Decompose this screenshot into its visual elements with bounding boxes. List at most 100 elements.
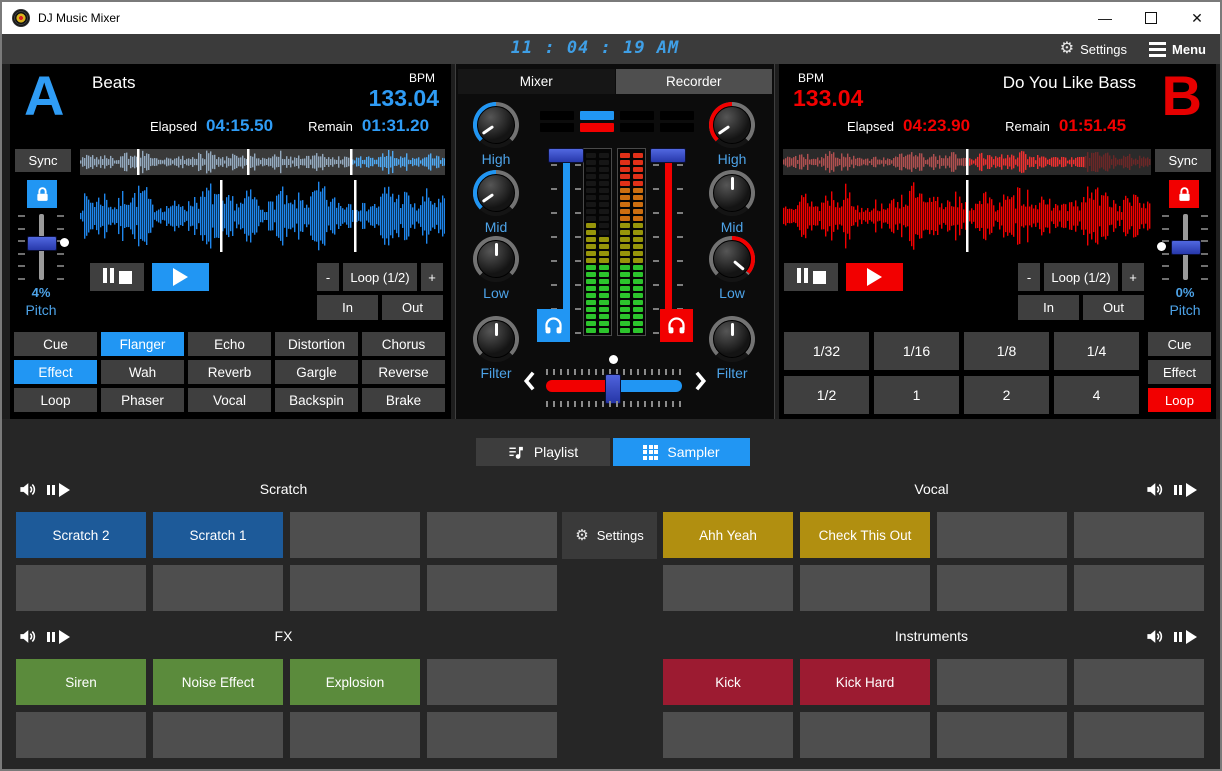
sample-pad-ahh-yeah[interactable]: Ahh Yeah xyxy=(663,512,793,558)
knob-mid[interactable]: Mid xyxy=(458,170,534,235)
deck-b-loop-plus-button[interactable]: + xyxy=(1122,263,1144,291)
deck-a-loop-minus-button[interactable]: - xyxy=(317,263,339,291)
fx-wah-button[interactable]: Wah xyxy=(101,360,184,384)
fx-reverb-button[interactable]: Reverb xyxy=(188,360,271,384)
knob-dial[interactable] xyxy=(709,236,755,282)
deck-a-headphone-button[interactable] xyxy=(537,309,570,342)
deck-a-loop-length-button[interactable]: Loop (1/2) xyxy=(343,263,417,291)
sample-pad-empty[interactable] xyxy=(427,565,557,611)
pitch-handle[interactable] xyxy=(27,236,57,251)
knob-low[interactable]: Low xyxy=(458,236,534,301)
deck-b-main-waveform[interactable] xyxy=(783,180,1151,252)
fx-reverse-button[interactable]: Reverse xyxy=(362,360,445,384)
deck-b-pitch-lock-button[interactable] xyxy=(1169,180,1199,208)
sample-pad-empty[interactable] xyxy=(290,712,420,758)
deck-a-loop-in-button[interactable]: In xyxy=(317,295,378,320)
knob-dial[interactable] xyxy=(473,170,519,216)
crossfader-handle[interactable] xyxy=(605,374,621,404)
pitch-handle[interactable] xyxy=(1171,240,1201,255)
menu-button[interactable]: Menu xyxy=(1149,42,1206,57)
deck-b-loop-minus-button[interactable]: - xyxy=(1018,263,1040,291)
sample-pad-empty[interactable] xyxy=(937,712,1067,758)
maximize-button[interactable] xyxy=(1128,2,1174,34)
deck-b-loop-length-button[interactable]: Loop (1/2) xyxy=(1044,263,1118,291)
sample-pad-empty[interactable] xyxy=(1074,565,1204,611)
fx-echo-button[interactable]: Echo xyxy=(188,332,271,356)
sample-pad-kick[interactable]: Kick xyxy=(663,659,793,705)
fx-effect-button[interactable]: Effect xyxy=(14,360,97,384)
tab-sampler[interactable]: Sampler xyxy=(613,438,750,466)
sample-pad-empty[interactable] xyxy=(1074,512,1204,558)
beat-1-8-button[interactable]: 1/8 xyxy=(964,332,1049,370)
fader-handle[interactable] xyxy=(548,148,584,163)
deck-a-main-waveform[interactable] xyxy=(80,180,445,252)
sample-pad-empty[interactable] xyxy=(800,712,930,758)
beat-4-button[interactable]: 4 xyxy=(1054,376,1139,414)
fx-distortion-button[interactable]: Distortion xyxy=(275,332,358,356)
sample-pad-empty[interactable] xyxy=(16,712,146,758)
crossfader-left-arrow[interactable] xyxy=(522,370,536,392)
deck-b-loop-in-button[interactable]: In xyxy=(1018,295,1079,320)
fx-chorus-button[interactable]: Chorus xyxy=(362,332,445,356)
sample-pad-empty[interactable] xyxy=(937,512,1067,558)
beat-1-button[interactable]: 1 xyxy=(874,376,959,414)
deck-a-play-button[interactable] xyxy=(152,263,209,291)
deck-b-pause-stop-button[interactable] xyxy=(784,263,838,291)
sample-pad-empty[interactable] xyxy=(427,512,557,558)
fx-gargle-button[interactable]: Gargle xyxy=(275,360,358,384)
sample-pad-empty[interactable] xyxy=(937,565,1067,611)
knob-dial[interactable] xyxy=(473,236,519,282)
knob-dial[interactable] xyxy=(709,170,755,216)
deck-b-headphone-button[interactable] xyxy=(660,309,693,342)
deck-b-play-button[interactable] xyxy=(846,263,903,291)
sample-pad-scratch-2[interactable]: Scratch 2 xyxy=(16,512,146,558)
settings-menu-button[interactable]: ⚙ Settings xyxy=(1060,41,1127,57)
deck-b-loop-button[interactable]: Loop xyxy=(1148,388,1211,412)
tab-playlist[interactable]: Playlist xyxy=(476,438,610,466)
sample-pad-empty[interactable] xyxy=(1074,659,1204,705)
deck-b-sync-button[interactable]: Sync xyxy=(1155,149,1211,172)
knob-high[interactable]: High xyxy=(694,102,770,167)
knob-dial[interactable] xyxy=(473,102,519,148)
sample-pad-kick-hard[interactable]: Kick Hard xyxy=(800,659,930,705)
crossfader-right-arrow[interactable] xyxy=(694,370,708,392)
knob-low[interactable]: Low xyxy=(694,236,770,301)
sample-pad-noise-effect[interactable]: Noise Effect xyxy=(153,659,283,705)
knob-dial[interactable] xyxy=(473,316,519,362)
deck-a-pitch-lock-button[interactable] xyxy=(27,180,57,208)
knob-dial[interactable] xyxy=(709,316,755,362)
sample-pad-empty[interactable] xyxy=(427,712,557,758)
beat-2-button[interactable]: 2 xyxy=(964,376,1049,414)
deck-b-effect-button[interactable]: Effect xyxy=(1148,360,1211,384)
beat-1-32-button[interactable]: 1/32 xyxy=(784,332,869,370)
deck-a-sync-button[interactable]: Sync xyxy=(15,149,71,172)
sample-pad-empty[interactable] xyxy=(937,659,1067,705)
sample-pad-empty[interactable] xyxy=(1074,712,1204,758)
beat-1-4-button[interactable]: 1/4 xyxy=(1054,332,1139,370)
beat-1-16-button[interactable]: 1/16 xyxy=(874,332,959,370)
sampler-settings-button[interactable]: ⚙ Settings xyxy=(562,512,657,559)
fx-phaser-button[interactable]: Phaser xyxy=(101,388,184,412)
knob-mid[interactable]: Mid xyxy=(694,170,770,235)
knob-dial[interactable] xyxy=(709,102,755,148)
beat-1-2-button[interactable]: 1/2 xyxy=(784,376,869,414)
sample-pad-empty[interactable] xyxy=(663,565,793,611)
fader-handle[interactable] xyxy=(650,148,686,163)
close-button[interactable]: ✕ xyxy=(1174,2,1220,34)
sample-pad-empty[interactable] xyxy=(153,712,283,758)
sample-pad-empty[interactable] xyxy=(290,512,420,558)
deck-b-overview-waveform[interactable] xyxy=(783,149,1151,175)
sample-pad-scratch-1[interactable]: Scratch 1 xyxy=(153,512,283,558)
deck-a-pause-stop-button[interactable] xyxy=(90,263,144,291)
deck-a-overview-waveform[interactable] xyxy=(80,149,445,175)
sample-pad-empty[interactable] xyxy=(16,565,146,611)
sample-pad-empty[interactable] xyxy=(427,659,557,705)
sample-pad-siren[interactable]: Siren xyxy=(16,659,146,705)
sample-pad-empty[interactable] xyxy=(290,565,420,611)
deck-a-loop-out-button[interactable]: Out xyxy=(382,295,443,320)
knob-high[interactable]: High xyxy=(458,102,534,167)
deck-a-loop-plus-button[interactable]: + xyxy=(421,263,443,291)
deck-b-loop-out-button[interactable]: Out xyxy=(1083,295,1144,320)
deck-b-cue-button[interactable]: Cue xyxy=(1148,332,1211,356)
minimize-button[interactable]: — xyxy=(1082,2,1128,34)
